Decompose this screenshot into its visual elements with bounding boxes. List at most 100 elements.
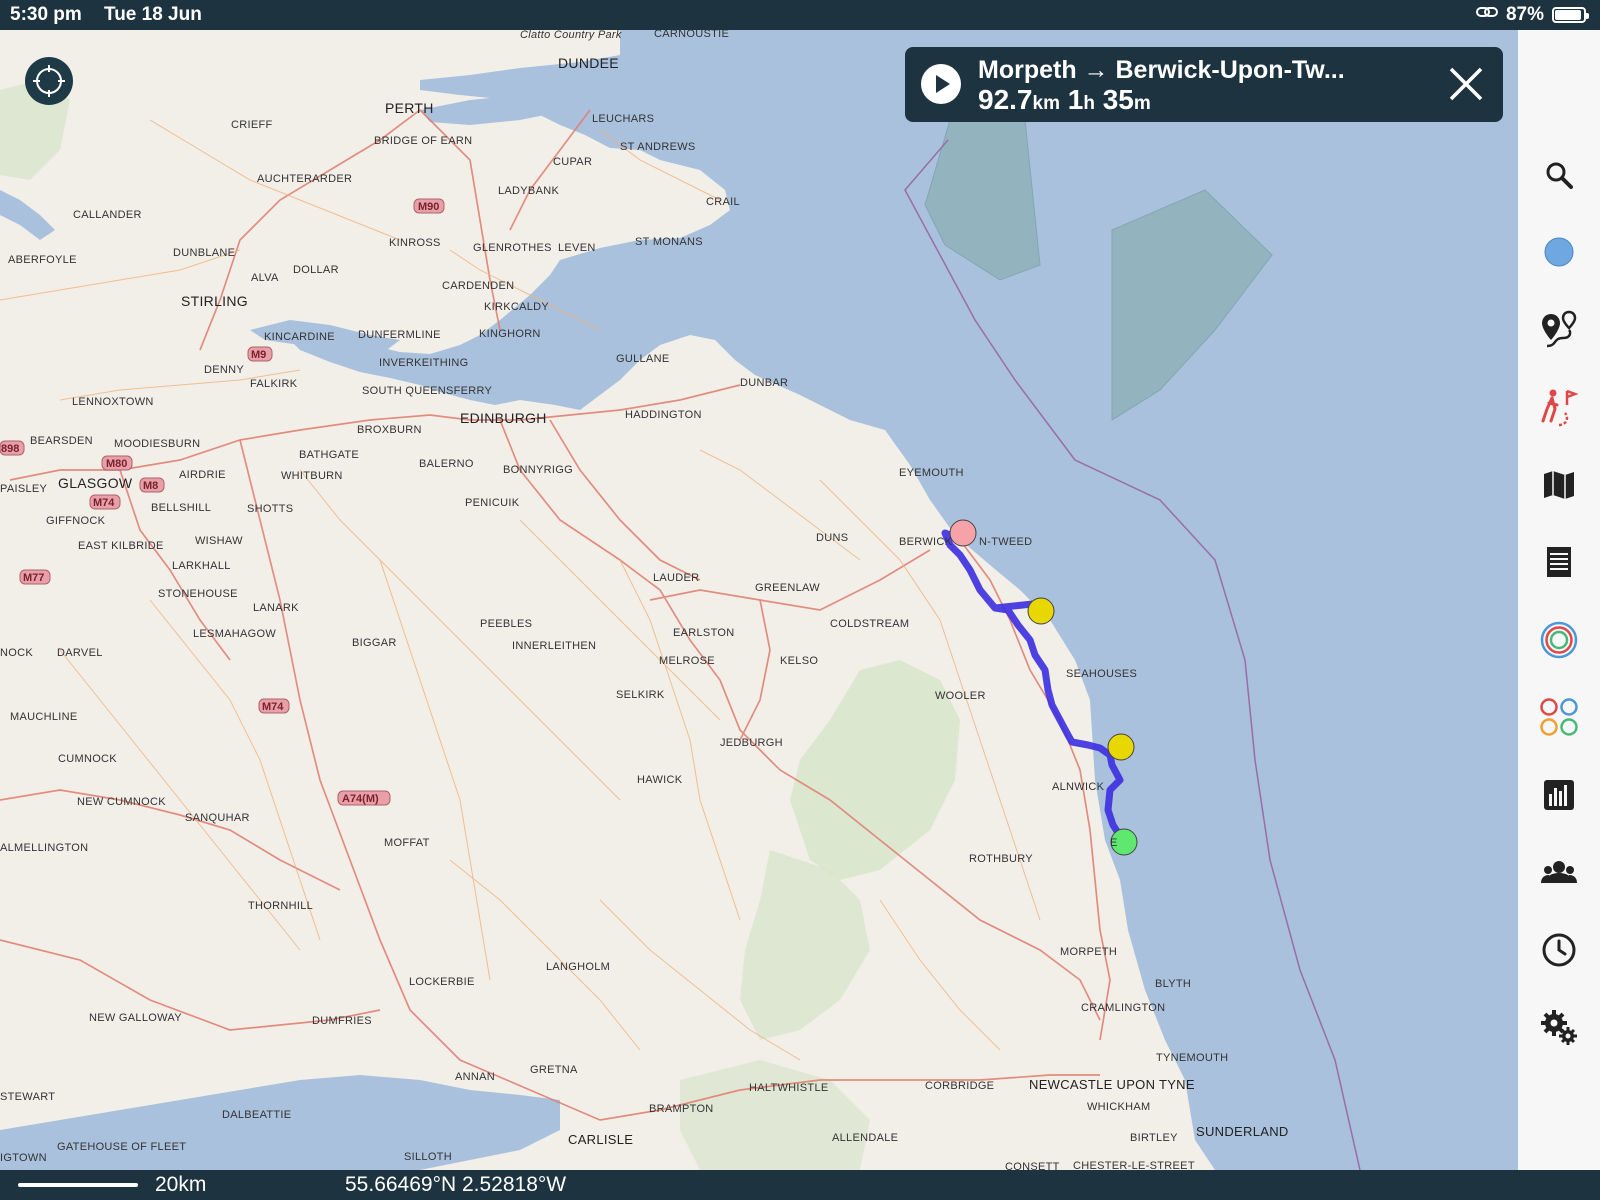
locate-me-button[interactable] (25, 57, 73, 105)
place-label: KINCARDINE (264, 331, 335, 343)
place-label: DARVEL (57, 647, 103, 659)
place-label: EARLSTON (673, 627, 735, 639)
place-label: SANQUHAR (185, 812, 250, 824)
place-label: LARKHALL (172, 560, 231, 572)
place-label: LENNOXTOWN (72, 396, 154, 408)
place-label: SOUTH QUEENSFERRY (362, 385, 493, 397)
contacts-button[interactable] (1537, 850, 1581, 894)
place-label: CRAMLINGTON (1081, 1002, 1165, 1014)
clock-icon (1542, 933, 1576, 967)
place-label: WISHAW (195, 535, 243, 547)
place-label: CALLANDER (73, 209, 142, 221)
place-label: AIRDRIE (179, 469, 226, 481)
list-icon (1547, 547, 1571, 577)
stats-button[interactable] (1537, 773, 1581, 817)
location-dot-icon (1544, 237, 1574, 267)
place-label: SEAHOUSES (1066, 668, 1137, 680)
shield-m80: M80 (106, 458, 127, 470)
circles-grid-icon (1540, 698, 1578, 736)
place-label: SELKIRK (616, 689, 665, 701)
place-label: BRAMPTON (649, 1103, 714, 1115)
start-marker[interactable] (949, 519, 977, 547)
place-label: GLENROTHES (473, 242, 552, 254)
place-label: CUMNOCK (58, 753, 117, 765)
place-label: INNERLEITHEN (512, 640, 596, 652)
close-route-button[interactable] (1447, 65, 1485, 103)
place-label: TYNEMOUTH (1156, 1052, 1228, 1064)
shield-m74-south: M74 (262, 701, 284, 713)
place-label: ABERFOYLE (8, 254, 77, 266)
place-label: SHOTTS (247, 503, 293, 515)
place-label: STIRLING (181, 293, 248, 309)
scale-label: 20km (155, 1173, 207, 1196)
place-label: PERTH (385, 100, 434, 116)
shield-m8: M8 (143, 480, 158, 492)
place-label: CARNOUSTIE (654, 30, 729, 40)
chart-icon (1544, 780, 1574, 810)
circles-button[interactable] (1537, 695, 1581, 739)
place-label: WOOLER (935, 690, 986, 702)
place-label: SILLOTH (404, 1151, 452, 1163)
place-label: MAUCHLINE (10, 711, 78, 723)
place-label: LANGHOLM (546, 961, 610, 973)
place-label: LAUDER (653, 572, 699, 584)
search-icon (1546, 162, 1573, 189)
route-hours-unit: h (1083, 93, 1095, 114)
history-button[interactable] (1537, 928, 1581, 972)
shield-m77: M77 (23, 572, 44, 584)
place-label: BERWICK (899, 536, 953, 548)
place-label: GULLANE (616, 353, 669, 365)
place-label: BEARSDEN (30, 435, 93, 447)
place-label: ST ANDREWS (620, 141, 696, 153)
map-layers-icon (1544, 471, 1574, 499)
shield-m90: M90 (418, 201, 439, 213)
place-label: KINROSS (389, 237, 441, 249)
place-label: NOCK (0, 647, 33, 659)
shield-898: 898 (1, 443, 19, 455)
place-label: E (1110, 837, 1118, 849)
place-label: KIRKCALDY (484, 301, 549, 313)
route-pins-button[interactable] (1537, 308, 1581, 352)
place-label: ALLENDALE (832, 1132, 898, 1144)
place-label: CRAIL (706, 196, 740, 208)
place-label: SUNDERLAND (1196, 1124, 1289, 1139)
waypoint-marker-1[interactable] (1027, 597, 1055, 625)
rings-button[interactable] (1537, 618, 1581, 662)
play-route-button[interactable] (921, 64, 961, 104)
list-button[interactable] (1537, 540, 1581, 584)
place-label: PAISLEY (0, 483, 48, 495)
shield-m9: M9 (251, 349, 266, 361)
place-label: GRETNA (530, 1064, 578, 1076)
place-label: KINGHORN (479, 328, 541, 340)
place-label: BRIDGE OF EARN (374, 135, 472, 147)
place-label: FALKIRK (250, 378, 298, 390)
place-label: MOODIESBURN (114, 438, 200, 450)
place-label: BALERNO (419, 458, 474, 470)
location-dot-button[interactable] (1537, 230, 1581, 274)
search-button[interactable] (1537, 153, 1581, 197)
place-label: DOLLAR (293, 264, 339, 276)
maps-button[interactable] (1537, 463, 1581, 507)
route-minutes-unit: m (1133, 93, 1151, 114)
route-panel: Morpeth → Berwick-Upon-Tw... 92.7km 1h 3… (905, 47, 1503, 122)
place-label: MELROSE (659, 655, 715, 667)
route-hours: 1 (1067, 84, 1084, 115)
place-label: BLYTH (1155, 978, 1191, 990)
shield-m74: M74 (93, 497, 115, 509)
map-view[interactable]: M90 M9 M80 M8 M74 M77 M74 A74(M) 898 DUN… (0, 30, 1518, 1170)
place-label: DUMFRIES (312, 1015, 372, 1027)
place-label: LADYBANK (498, 185, 559, 197)
place-label: CARDENDEN (442, 280, 514, 292)
place-label: EAST KILBRIDE (78, 540, 164, 552)
place-label: ANNAN (455, 1071, 495, 1083)
place-label: DUNBLANE (173, 247, 235, 259)
settings-button[interactable] (1537, 1005, 1581, 1049)
place-label: CONSETT (1005, 1161, 1060, 1170)
map-canvas[interactable]: M90 M9 M80 M8 M74 M77 M74 A74(M) 898 DUN… (0, 30, 1518, 1170)
place-label: CORBRIDGE (925, 1080, 994, 1092)
place-label: PEEBLES (480, 618, 532, 630)
track-button[interactable] (1537, 385, 1581, 429)
waypoint-marker-2[interactable] (1107, 733, 1135, 761)
route-pins-icon (1542, 310, 1577, 348)
place-label: JEDBURGH (720, 737, 783, 749)
